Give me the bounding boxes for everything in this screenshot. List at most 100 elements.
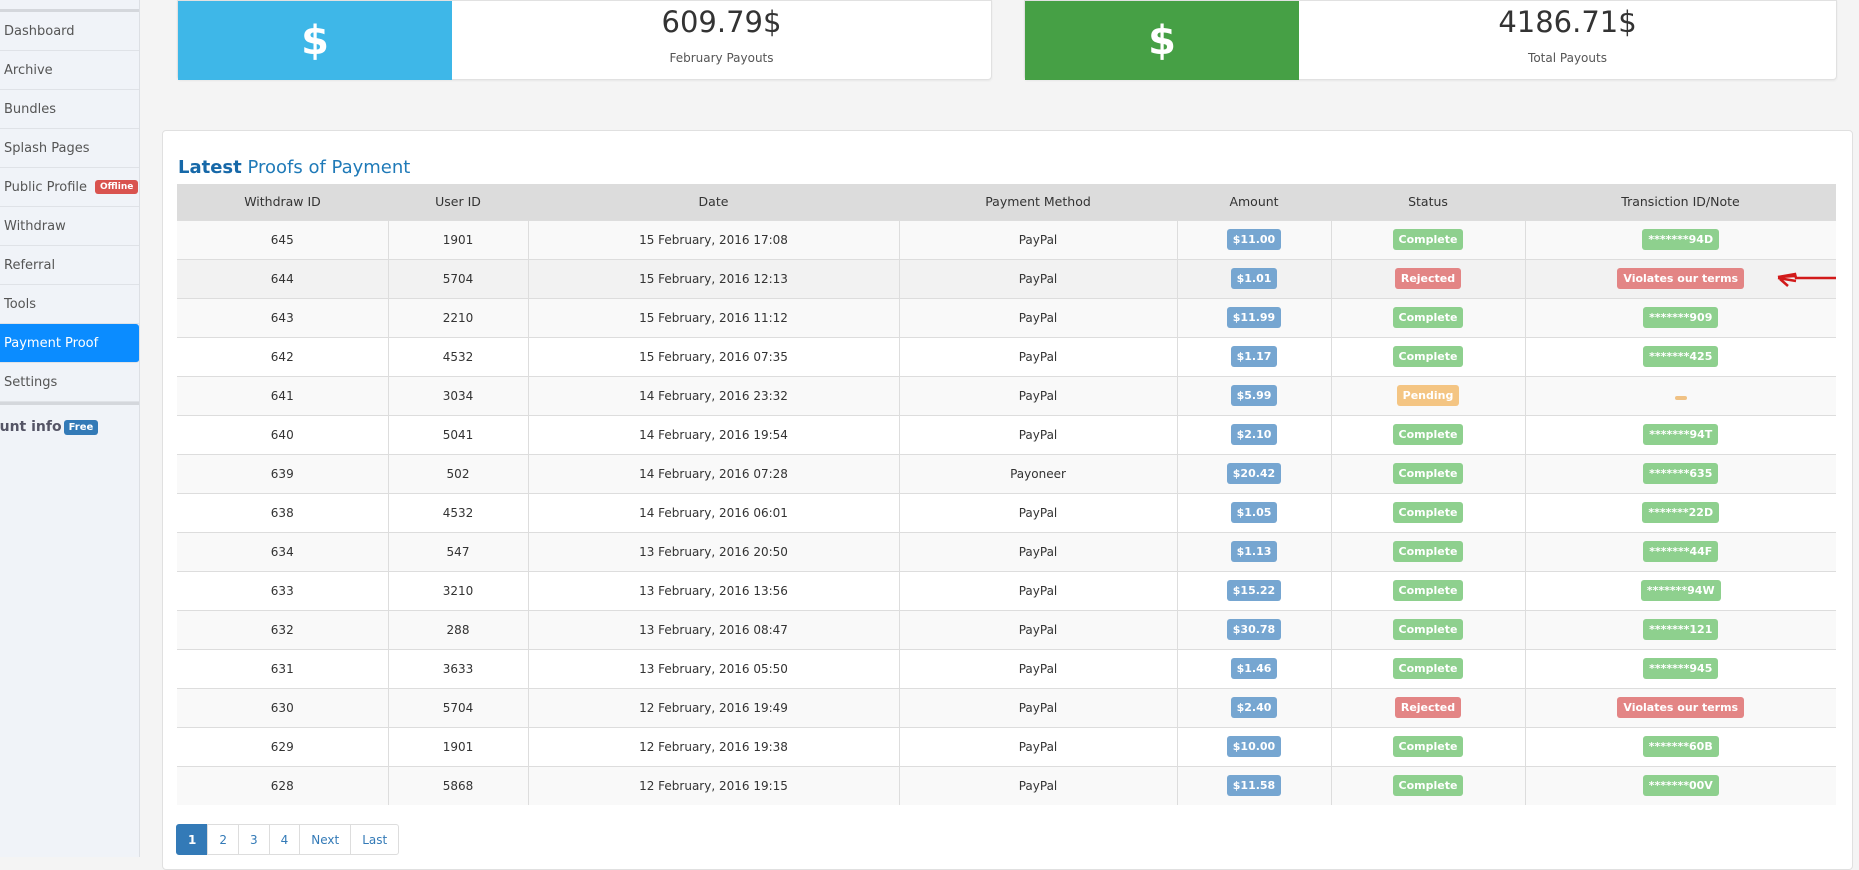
page-next-button[interactable]: Next: [299, 824, 352, 855]
table-row: 641 3034 14 February, 2016 23:32 PayPal $5.9…: [177, 375, 1836, 415]
withdraw-id-cell: 641: [177, 375, 388, 415]
sidebar-item-tools[interactable]: Tools: [0, 285, 139, 324]
table-row: 629 1901 12 February, 2016 19:38 PayPal $10.…: [177, 726, 1836, 766]
status-badge: Complete: [1392, 775, 1464, 797]
amount-cell: $10.00: [1176, 726, 1331, 766]
sidebar-item-splash-pages[interactable]: Splash Pages: [0, 129, 139, 168]
transaction-id-cell: *******00V: [1524, 765, 1836, 805]
table-row: 639 502 14 February, 2016 07:28 Payoneer $20…: [177, 453, 1836, 493]
sidebar-item-payment-proof[interactable]: Payment Proof: [0, 324, 139, 363]
page-1-button[interactable]: 1: [176, 824, 209, 855]
sidebar-item-bundles[interactable]: Bundles: [0, 90, 139, 129]
amount-cell: $30.78: [1176, 609, 1331, 649]
status-badge: Complete: [1392, 580, 1464, 601]
transaction-id-label: *******94W: [1640, 580, 1721, 601]
payment-method-cell: PayPal: [898, 492, 1177, 532]
amount-label: $2.10: [1230, 424, 1278, 445]
user-id-cell: 5041: [387, 414, 528, 454]
column-header[interactable]: User ID: [388, 184, 528, 220]
transaction-id-label: *******44F: [1643, 541, 1719, 562]
sidebar-item-label: Archive: [4, 62, 53, 78]
account-info: ount info Free: [0, 405, 139, 435]
page-last-button[interactable]: Last: [350, 824, 400, 855]
payment-method-cell: PayPal: [898, 297, 1177, 337]
page-3-button[interactable]: 3: [238, 824, 270, 855]
payment-method-cell: PayPal: [898, 258, 1177, 298]
amount-label: $11.58: [1226, 775, 1282, 797]
status-badge: Complete: [1392, 307, 1464, 328]
payment-method-cell: PayPal: [898, 219, 1177, 259]
sidebar-item-settings[interactable]: Settings: [0, 363, 139, 402]
transaction-id-label: *******94D: [1642, 229, 1720, 250]
payment-method-cell: PayPal: [898, 726, 1177, 766]
status-cell: Complete: [1330, 297, 1525, 337]
date-cell: 13 February, 2016 08:47: [527, 609, 899, 649]
column-header[interactable]: Transiction ID/Note: [1525, 184, 1836, 220]
user-id-cell: 5704: [387, 687, 528, 727]
sidebar-item-label: Bundles: [4, 101, 57, 117]
user-id-cell: 3034: [387, 375, 528, 415]
amount-label: $15.22: [1226, 580, 1282, 601]
transaction-id-label: *******22D: [1642, 502, 1720, 523]
total-payouts-card: $ 4186.71$ Total Payouts: [1024, 0, 1837, 80]
column-header[interactable]: Amount: [1177, 184, 1331, 220]
payment-method-cell: PayPal: [898, 375, 1177, 415]
sidebar-divider: [0, 0, 139, 12]
note-label: Violates our terms: [1617, 697, 1745, 718]
sidebar-item-label: Public Profile: [4, 179, 88, 195]
page-4-button[interactable]: 4: [268, 824, 301, 855]
status-badge: Pending: [1396, 385, 1460, 406]
amount-label: $2.40: [1230, 697, 1278, 718]
pagination: 1 2 3 4 Next Last: [176, 824, 400, 855]
page-2-button[interactable]: 2: [207, 824, 239, 855]
table-row: 634 547 13 February, 2016 20:50 PayPal $1.13…: [177, 531, 1836, 571]
date-cell: 15 February, 2016 07:35: [527, 336, 899, 376]
payment-method-cell: PayPal: [898, 570, 1177, 610]
status-cell: Complete: [1330, 726, 1525, 766]
sidebar-item-referral[interactable]: Referral: [0, 246, 139, 285]
sidebar-item-withdraw[interactable]: Withdraw: [0, 207, 139, 246]
withdraw-id-cell: 642: [177, 336, 388, 376]
column-header[interactable]: Payment Method: [899, 184, 1177, 220]
february-payouts-card: $ 609.79$ February Payouts: [177, 0, 992, 80]
amount-cell: $1.46: [1176, 648, 1331, 688]
column-header[interactable]: Withdraw ID: [177, 184, 388, 220]
withdraw-id-cell: 643: [177, 297, 388, 337]
column-header[interactable]: Status: [1331, 184, 1525, 220]
pending-placeholder: [1674, 395, 1687, 400]
amount-cell: $1.01: [1176, 258, 1331, 298]
transaction-id-label: *******94T: [1643, 424, 1719, 445]
withdraw-id-cell: 632: [177, 609, 388, 649]
payment-method-cell: PayPal: [898, 609, 1177, 649]
sidebar-item-dashboard[interactable]: Dashboard: [0, 12, 139, 51]
sidebar-item-label: Payment Proof: [4, 335, 99, 351]
user-id-cell: 3633: [387, 648, 528, 688]
withdraw-id-cell: 630: [177, 687, 388, 727]
status-badge: Complete: [1392, 541, 1464, 562]
amount-cell: $1.13: [1176, 531, 1331, 571]
status-cell: Rejected: [1330, 258, 1525, 298]
amount-label: $5.99: [1230, 385, 1278, 406]
card-label: February Payouts: [669, 51, 774, 65]
status-badge: Complete: [1392, 619, 1464, 640]
status-badge: Complete: [1392, 502, 1464, 523]
amount-cell: $1.05: [1176, 492, 1331, 532]
transaction-id-label: *******121: [1643, 619, 1719, 640]
withdraw-id-cell: 634: [177, 531, 388, 571]
status-badge: Complete: [1392, 229, 1464, 250]
transaction-id-cell: *******60B: [1524, 726, 1836, 766]
transaction-id-cell: Violates our terms: [1524, 687, 1836, 727]
sidebar-item-archive[interactable]: Archive: [0, 51, 139, 90]
status-cell: Complete: [1330, 648, 1525, 688]
column-header[interactable]: Date: [528, 184, 899, 220]
amount-cell: $2.10: [1176, 414, 1331, 454]
table-row: 628 5868 12 February, 2016 19:15 PayPal $11.…: [177, 765, 1836, 805]
status-badge: Complete: [1392, 424, 1464, 445]
amount-cell: $15.22: [1176, 570, 1331, 610]
transaction-id-label: *******909: [1643, 307, 1719, 328]
user-id-cell: 4532: [387, 336, 528, 376]
sidebar-item-public-profile[interactable]: Public Profile Offline: [0, 168, 139, 207]
status-cell: Pending: [1330, 375, 1525, 415]
date-cell: 13 February, 2016 20:50: [527, 531, 899, 571]
account-info-label: ount info: [0, 419, 62, 435]
